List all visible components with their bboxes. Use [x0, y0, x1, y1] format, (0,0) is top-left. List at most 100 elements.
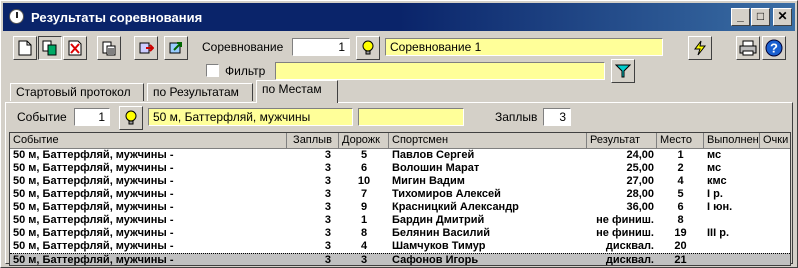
- cell-result: 27,00: [626, 175, 654, 187]
- help-icon: ?: [765, 39, 783, 57]
- tab-label: по Результатам: [153, 85, 239, 99]
- table-row[interactable]: 50 м, Баттерфляй, мужчины - 3 3 Сафонов Иго…: [10, 253, 790, 266]
- cell-heat: 3: [324, 214, 331, 226]
- cell-event: 50 м, Баттерфляй, мужчины -: [13, 201, 174, 213]
- event-number-field[interactable]: 1: [74, 108, 110, 126]
- event-extra-field[interactable]: [358, 108, 464, 126]
- lightning-button[interactable]: [688, 36, 712, 60]
- table-row[interactable]: 50 м, Баттерфляй, мужчины - 3 10 Мигин Вади…: [10, 175, 790, 188]
- cell-athlete: Мигин Вадим: [392, 175, 465, 187]
- paste-button[interactable]: [97, 36, 121, 60]
- table-row[interactable]: 50 м, Баттерфляй, мужчины - 3 8 Белянин Вас…: [10, 227, 790, 240]
- cell-event: 50 м, Баттерфляй, мужчины -: [13, 188, 174, 200]
- column-header-rank[interactable]: Выполнен: [704, 133, 760, 149]
- paste-icon: [102, 41, 116, 56]
- lightbulb-icon: [125, 110, 137, 125]
- competition-name-field[interactable]: Соревнование 1: [385, 38, 663, 56]
- minimize-button[interactable]: _: [731, 8, 750, 26]
- cell-place: 19: [674, 227, 687, 239]
- filter-label: Фильтр: [225, 64, 266, 78]
- import-button[interactable]: [134, 36, 158, 60]
- tab-start-protocol[interactable]: Стартовый протокол: [10, 83, 144, 101]
- column-header-result[interactable]: Результат: [587, 133, 657, 149]
- minimize-icon: _: [737, 9, 744, 23]
- cell-result: 25,00: [626, 162, 654, 174]
- cell-rank: [704, 214, 760, 227]
- results-window: Результаты соревнования _ □ ✕ Соревнован…: [0, 0, 798, 268]
- cell-athlete: Павлов Сергей: [392, 149, 475, 161]
- export-button[interactable]: [164, 36, 188, 60]
- cell-rank: мс: [707, 162, 722, 174]
- help-button[interactable]: ?: [762, 36, 786, 60]
- copy-button[interactable]: [38, 36, 62, 60]
- table-row[interactable]: 50 м, Баттерфляй, мужчины - 3 4 Шамчуков Ти…: [10, 240, 790, 253]
- table-row[interactable]: 50 м, Баттерфляй, мужчины - 3 9 Красницкий …: [10, 201, 790, 214]
- table-row[interactable]: 50 м, Баттерфляй, мужчины - 3 5 Павлов Серг…: [10, 149, 790, 162]
- cell-heat: 3: [324, 149, 331, 161]
- cell-lane: 7: [360, 188, 368, 200]
- table-row[interactable]: 50 м, Баттерфляй, мужчины - 3 1 Бардин Дмит…: [10, 214, 790, 227]
- cell-result: не финиш.: [596, 214, 654, 226]
- table-row[interactable]: 50 м, Баттерфляй, мужчины - 3 7 Тихомиров А…: [10, 188, 790, 201]
- cell-athlete: Сафонов Игорь: [392, 254, 479, 266]
- cell-heat: 3: [324, 175, 331, 187]
- column-header-lane[interactable]: Дорожк: [339, 133, 389, 149]
- cell-heat: 3: [324, 254, 331, 266]
- cell-rank: I р.: [707, 188, 723, 200]
- heat-field[interactable]: 3: [543, 108, 571, 126]
- cell-lane: 1: [360, 214, 368, 226]
- column-header-heat[interactable]: Заплыв: [287, 133, 339, 149]
- event-lookup-button[interactable]: [119, 106, 143, 130]
- results-table[interactable]: Событие Заплыв Дорожк Спортсмен Результа…: [9, 132, 791, 266]
- event-name-field[interactable]: 50 м, Баттерфляй, мужчины: [148, 108, 353, 126]
- cell-heat: 3: [324, 188, 331, 200]
- competition-label: Соревнование: [202, 40, 284, 54]
- delete-document-icon: [68, 40, 82, 56]
- cell-lane: 10: [357, 175, 371, 187]
- cell-event: 50 м, Баттерфляй, мужчины -: [13, 149, 174, 161]
- tab-by-places[interactable]: по Местам: [256, 80, 338, 103]
- cell-result: 28,00: [626, 188, 654, 200]
- table-row[interactable]: 50 м, Баттерфляй, мужчины - 3 6 Волошин Мар…: [10, 162, 790, 175]
- print-button[interactable]: [736, 36, 760, 60]
- cell-place: 20: [674, 240, 687, 252]
- printer-icon: [739, 40, 757, 56]
- filter-checkbox[interactable]: [206, 64, 219, 77]
- cell-result: 24,00: [626, 149, 654, 161]
- competition-lookup-button[interactable]: [356, 36, 380, 60]
- cell-points: [760, 201, 790, 214]
- competition-number-field[interactable]: 1: [292, 38, 350, 56]
- cell-points: [760, 162, 790, 175]
- maximize-button[interactable]: □: [751, 8, 770, 26]
- filter-apply-button[interactable]: [611, 59, 635, 83]
- lightning-icon: [694, 40, 707, 56]
- cell-points: [760, 240, 790, 253]
- column-header-event[interactable]: Событие: [10, 133, 287, 149]
- filter-field[interactable]: [275, 62, 605, 80]
- new-button[interactable]: [13, 36, 37, 60]
- cell-points: [760, 227, 790, 240]
- cell-place: 8: [677, 214, 684, 226]
- delete-button[interactable]: [63, 36, 87, 60]
- cell-event: 50 м, Баттерфляй, мужчины -: [13, 227, 174, 239]
- cell-event: 50 м, Баттерфляй, мужчины -: [13, 162, 174, 174]
- column-header-points[interactable]: Очки: [760, 133, 790, 149]
- cell-points: [760, 254, 790, 265]
- stopwatch-icon: [9, 9, 24, 24]
- title-bar[interactable]: Результаты соревнования _ □ ✕: [3, 3, 795, 31]
- cell-heat: 3: [324, 162, 331, 174]
- column-header-place[interactable]: Место: [657, 133, 704, 149]
- cell-place: 5: [677, 188, 684, 200]
- cell-rank: III р.: [707, 227, 729, 239]
- new-document-icon: [18, 40, 32, 56]
- funnel-icon: [615, 64, 631, 78]
- close-button[interactable]: ✕: [773, 8, 792, 26]
- cell-result: дисквал.: [605, 240, 654, 252]
- column-header-athlete[interactable]: Спортсмен: [389, 133, 587, 149]
- export-icon: [169, 42, 182, 54]
- cell-points: [760, 175, 790, 188]
- lightbulb-icon: [362, 40, 374, 55]
- tab-by-results[interactable]: по Результатам: [147, 83, 253, 101]
- cell-athlete: Тихомиров Алексей: [392, 188, 501, 200]
- cell-rank: [704, 254, 760, 265]
